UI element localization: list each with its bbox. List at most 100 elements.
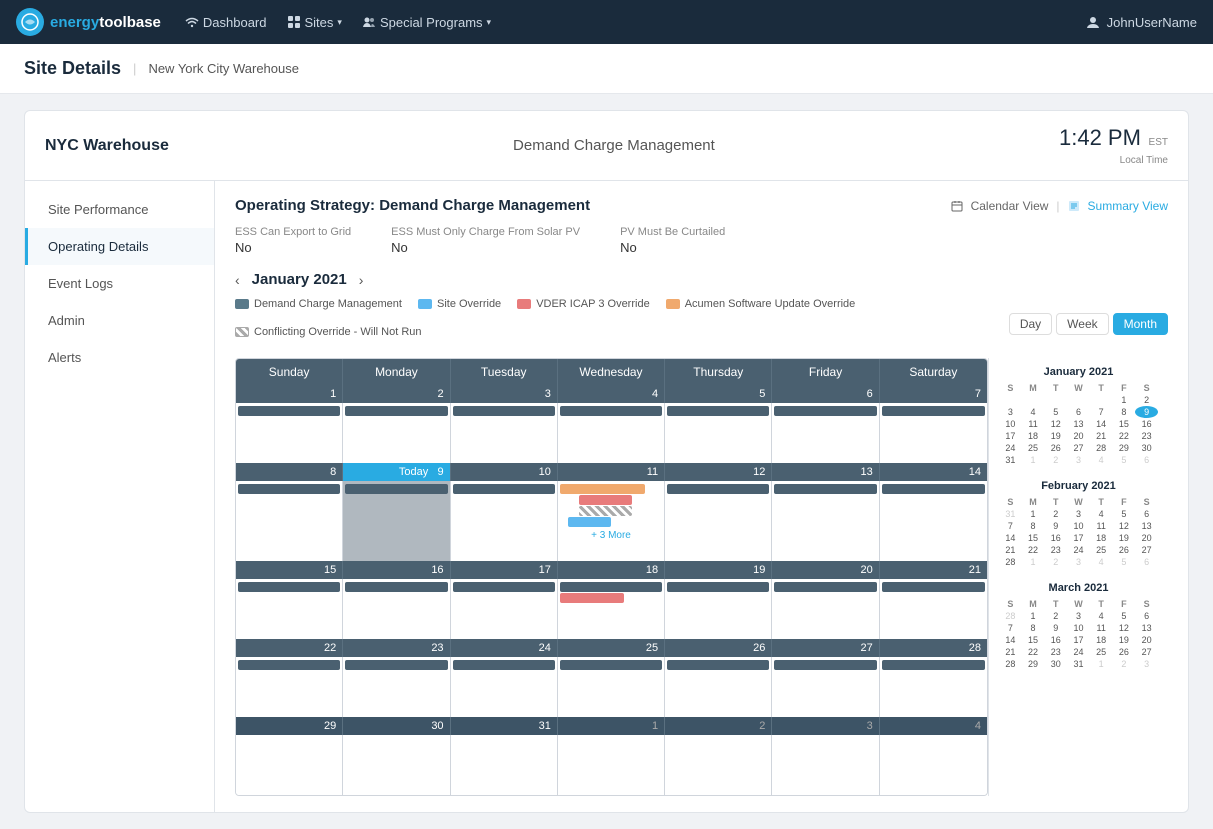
nav-dashboard[interactable]: Dashboard — [185, 15, 267, 30]
date-5[interactable]: 5 — [665, 385, 772, 403]
sidebar-item-operating-details[interactable]: Operating Details — [25, 228, 214, 265]
cell-jan2[interactable] — [343, 403, 450, 463]
cell-jan19[interactable] — [665, 579, 772, 639]
date-15[interactable]: 15 — [236, 561, 343, 579]
nav-items: Dashboard Sites ▾ Special Programs ▾ — [185, 15, 1061, 30]
mini-cal-february: February 2021 SMTWTFS 31 123 456 — [999, 480, 1158, 568]
date-17[interactable]: 17 — [451, 561, 558, 579]
date-26[interactable]: 26 — [665, 639, 772, 657]
date-3[interactable]: 3 — [451, 385, 558, 403]
date-16[interactable]: 16 — [343, 561, 450, 579]
prev-month-btn[interactable]: ‹ — [235, 272, 240, 288]
cell-jan5[interactable] — [665, 403, 772, 463]
date-2[interactable]: 2 — [343, 385, 450, 403]
nav-special-programs[interactable]: Special Programs ▾ — [362, 15, 491, 30]
cell-jan23[interactable] — [343, 657, 450, 717]
cell-jan20[interactable] — [772, 579, 879, 639]
date-14[interactable]: 14 — [880, 463, 987, 481]
date-24[interactable]: 24 — [451, 639, 558, 657]
date-1[interactable]: 1 — [236, 385, 343, 403]
day-view-btn[interactable]: Day — [1009, 313, 1052, 335]
cell-jan14[interactable] — [880, 481, 987, 561]
cell-feb3[interactable] — [772, 735, 879, 795]
logo[interactable]: energytoolbase — [16, 8, 161, 36]
cell-jan16[interactable] — [343, 579, 450, 639]
current-time: 1:42 PM — [1059, 125, 1141, 150]
date-10[interactable]: 10 — [451, 463, 558, 481]
cell-jan1[interactable] — [236, 403, 343, 463]
date-12[interactable]: 12 — [665, 463, 772, 481]
date-feb2[interactable]: 2 — [665, 717, 772, 735]
date-19[interactable]: 19 — [665, 561, 772, 579]
date-7[interactable]: 7 — [880, 385, 987, 403]
date-feb1[interactable]: 1 — [558, 717, 665, 735]
cell-feb2[interactable] — [665, 735, 772, 795]
date-4[interactable]: 4 — [558, 385, 665, 403]
cell-jan24[interactable] — [451, 657, 558, 717]
date-21[interactable]: 21 — [880, 561, 987, 579]
date-23[interactable]: 23 — [343, 639, 450, 657]
cell-jan13[interactable] — [772, 481, 879, 561]
mini-cal-feb-grid: SMTWTFS 31 123 456 789 101112 — [999, 496, 1158, 568]
cell-jan12[interactable] — [665, 481, 772, 561]
sidebar-item-site-performance[interactable]: Site Performance — [25, 191, 214, 228]
date-22[interactable]: 22 — [236, 639, 343, 657]
date-6[interactable]: 6 — [772, 385, 879, 403]
sidebar-item-alerts[interactable]: Alerts — [25, 339, 214, 376]
date-13[interactable]: 13 — [772, 463, 879, 481]
cell-jan27[interactable] — [772, 657, 879, 717]
mini-cal-jan-grid: SMTWTFS 1 2 — [999, 382, 1158, 466]
card-header: NYC Warehouse Demand Charge Management 1… — [25, 111, 1188, 181]
cell-jan29[interactable] — [236, 735, 343, 795]
summary-view-btn[interactable]: Summary View — [1088, 199, 1168, 213]
date-28[interactable]: 28 — [880, 639, 987, 657]
cell-jan21[interactable] — [880, 579, 987, 639]
cell-jan15[interactable] — [236, 579, 343, 639]
legend-dcm: Demand Charge Management — [235, 298, 402, 310]
next-month-btn[interactable]: › — [359, 272, 364, 288]
date-29[interactable]: 29 — [236, 717, 343, 735]
calendar-legend: Demand Charge Management Site Override V… — [235, 298, 1009, 338]
cell-jan25[interactable] — [558, 657, 665, 717]
date-27[interactable]: 27 — [772, 639, 879, 657]
cell-jan18[interactable] — [558, 579, 665, 639]
cell-jan31[interactable] — [451, 735, 558, 795]
mini-cal-feb-title: February 2021 — [999, 480, 1158, 492]
date-30[interactable]: 30 — [343, 717, 450, 735]
date-feb3[interactable]: 3 — [772, 717, 879, 735]
nav-sites[interactable]: Sites ▾ — [287, 15, 342, 30]
cell-jan22[interactable] — [236, 657, 343, 717]
date-25[interactable]: 25 — [558, 639, 665, 657]
calendar-view-btn[interactable]: Calendar View — [971, 199, 1049, 213]
cell-jan10[interactable] — [451, 481, 558, 561]
date-31[interactable]: 31 — [451, 717, 558, 735]
date-9-today[interactable]: Today 9 — [343, 463, 450, 481]
week5-date-strip: 29 30 31 1 2 3 4 — [236, 717, 987, 735]
month-view-btn[interactable]: Month — [1113, 313, 1168, 335]
col-thursday: Thursday — [665, 359, 772, 385]
cell-jan30[interactable] — [343, 735, 450, 795]
date-11[interactable]: 11 — [558, 463, 665, 481]
cell-feb4[interactable] — [880, 735, 987, 795]
cell-jan8[interactable] — [236, 481, 343, 561]
cell-jan17[interactable] — [451, 579, 558, 639]
cell-jan9-today[interactable] — [343, 481, 450, 561]
date-20[interactable]: 20 — [772, 561, 879, 579]
date-18[interactable]: 18 — [558, 561, 665, 579]
sidebar-item-admin[interactable]: Admin — [25, 302, 214, 339]
cell-jan4[interactable] — [558, 403, 665, 463]
date-feb4[interactable]: 4 — [880, 717, 987, 735]
cell-jan26[interactable] — [665, 657, 772, 717]
week-view-btn[interactable]: Week — [1056, 313, 1108, 335]
cell-jan6[interactable] — [772, 403, 879, 463]
legend-and-controls: Demand Charge Management Site Override V… — [235, 298, 1168, 350]
nav-user[interactable]: JohnUserName — [1085, 14, 1197, 30]
cell-jan3[interactable] — [451, 403, 558, 463]
sidebar-item-event-logs[interactable]: Event Logs — [25, 265, 214, 302]
cell-feb1[interactable] — [558, 735, 665, 795]
cell-jan28[interactable] — [880, 657, 987, 717]
cell-jan7[interactable] — [880, 403, 987, 463]
more-events-link[interactable]: + 3 More — [558, 528, 664, 543]
date-8[interactable]: 8 — [236, 463, 343, 481]
cell-jan11[interactable]: + 3 More — [558, 481, 665, 561]
